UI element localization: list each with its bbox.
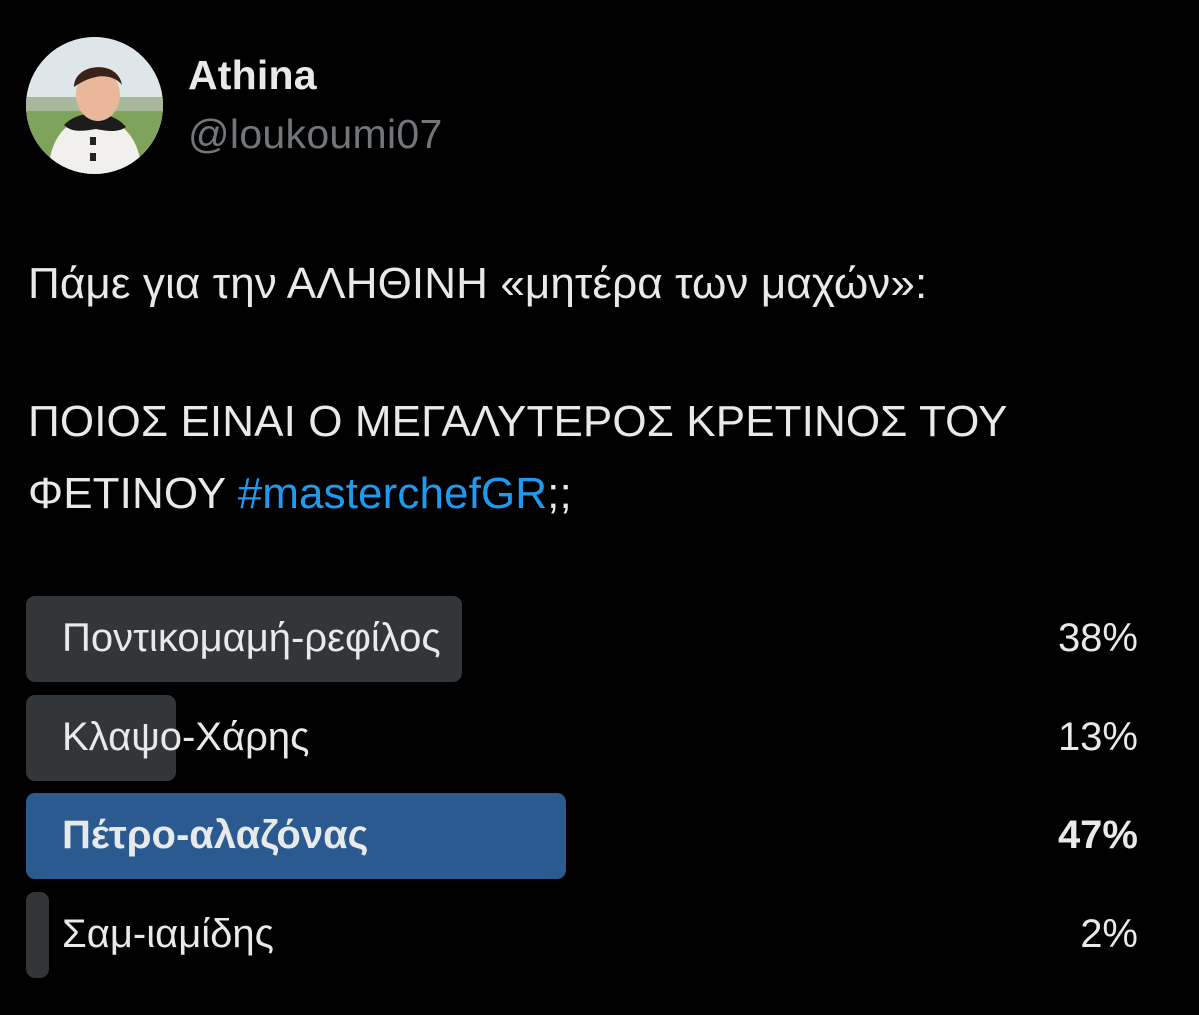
tweet-text-line-1: Πάμε για την ΑΛΗΘΙΝΗ «μητέρα των μαχών»: xyxy=(28,259,928,308)
poll-option-percent: 13% xyxy=(1057,715,1138,759)
poll-option-label: Σαμ-ιαμίδης xyxy=(62,912,274,956)
poll-result-bar xyxy=(26,892,49,978)
poll-option-percent: 47% xyxy=(1057,813,1138,857)
tweet-text-prefix: ΦΕΤΙΝΟΥ xyxy=(28,469,238,518)
user-handle[interactable]: @loukoumi07 xyxy=(188,111,443,158)
avatar[interactable] xyxy=(26,37,163,174)
tweet-text-line-2: ΠΟΙΟΣ ΕΙΝΑΙ Ο ΜΕΓΑΛΥΤΕΡΟΣ ΚΡΕΤΙΝΟΣ ΤΟΥ xyxy=(28,397,1008,446)
poll-option-percent: 38% xyxy=(1057,616,1138,660)
profile-photo-icon xyxy=(26,37,163,174)
display-name[interactable]: Athina xyxy=(188,52,317,99)
tweet: Athina @loukoumi07 Πάμε για την ΑΛΗΘΙΝΗ … xyxy=(0,0,1199,1015)
poll-option-label: Πέτρο-αλαζόνας xyxy=(62,813,369,857)
poll-option: Κλαψο-Χάρης 13% xyxy=(26,695,1138,781)
poll-option-label: Κλαψο-Χάρης xyxy=(62,715,310,759)
poll-option: Ποντικομαμή-ρεφίλος 38% xyxy=(26,596,1138,682)
tweet-text-line-3: ΦΕΤΙΝΟΥ #masterchefGR;; xyxy=(28,469,572,519)
tweet-text-suffix: ;; xyxy=(547,469,572,518)
poll-option-label: Ποντικομαμή-ρεφίλος xyxy=(62,616,441,660)
poll-option-percent: 2% xyxy=(1080,912,1138,956)
hashtag-link[interactable]: #masterchefGR xyxy=(238,469,547,518)
poll-option: Σαμ-ιαμίδης 2% xyxy=(26,892,1138,978)
poll-option-winner: Πέτρο-αλαζόνας 47% xyxy=(26,793,1138,879)
